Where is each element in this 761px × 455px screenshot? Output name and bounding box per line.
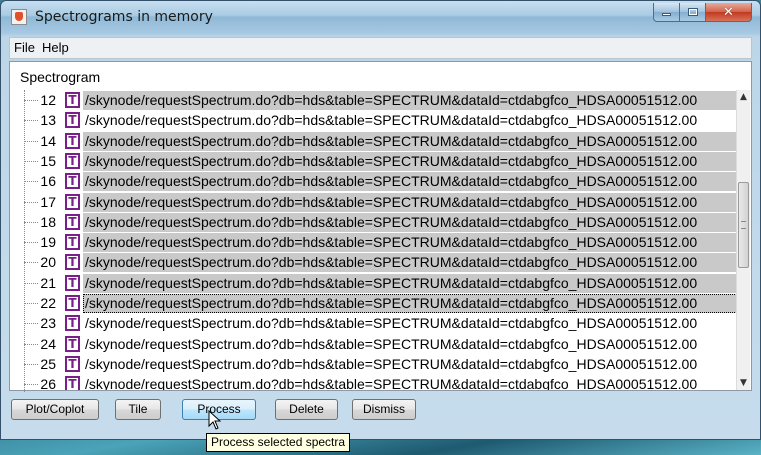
scroll-down-arrow-icon[interactable]: ▼: [737, 376, 750, 390]
table-icon: T: [65, 193, 80, 210]
list-item[interactable]: 22 T/skynode/requestSpectrum.do?db=hds&ta…: [10, 293, 738, 314]
spectrum-path: /skynode/requestSpectrum.do?db=hds&table…: [83, 192, 738, 212]
title-bar[interactable]: Spectrograms in memory ✕: [1, 1, 760, 33]
minimize-icon: [662, 13, 671, 16]
table-icon: T: [65, 173, 80, 190]
menu-file[interactable]: File: [14, 40, 35, 55]
spectrum-path: /skynode/requestSpectrum.do?db=hds&table…: [83, 91, 738, 110]
spectrum-path: /skynode/requestSpectrum.do?db=hds&table…: [83, 172, 738, 192]
tooltip: Process selected spectra: [206, 433, 351, 452]
spectrum-path: /skynode/requestSpectrum.do?db=hds&table…: [85, 376, 698, 390]
maximize-icon: [687, 8, 698, 16]
list-item[interactable]: 20 T/skynode/requestSpectrum.do?db=hds&ta…: [10, 252, 738, 273]
table-icon: T: [65, 254, 80, 271]
tile-button[interactable]: Tile: [115, 399, 161, 420]
dismiss-button[interactable]: Dismiss: [352, 399, 416, 420]
row-number: 21: [40, 274, 56, 291]
table-icon: T: [65, 274, 80, 291]
list-item[interactable]: 24 T/skynode/requestSpectrum.do?db=hds&ta…: [10, 334, 738, 355]
table-icon: T: [65, 335, 80, 352]
list-item[interactable]: 15 T/skynode/requestSpectrum.do?db=hds&ta…: [10, 151, 738, 172]
grip-icon: [741, 221, 746, 229]
row-number: 17: [40, 193, 56, 210]
table-icon: T: [65, 355, 80, 372]
list-item[interactable]: 26 T/skynode/requestSpectrum.do?db=hds&ta…: [10, 374, 738, 390]
spectrograms-window: Spectrograms in memory ✕ File Help Spect…: [0, 0, 761, 440]
row-number: 13: [40, 112, 56, 129]
spectrum-path: /skynode/requestSpectrum.do?db=hds&table…: [83, 151, 738, 171]
table-icon: T: [65, 376, 80, 390]
tree-header: Spectrogram: [20, 69, 101, 85]
list-item[interactable]: 19 T/skynode/requestSpectrum.do?db=hds&ta…: [10, 232, 738, 253]
list-item[interactable]: 12 T/skynode/requestSpectrum.do?db=hds&ta…: [10, 90, 738, 111]
delete-button[interactable]: Delete: [275, 399, 338, 420]
close-button[interactable]: ✕: [706, 3, 752, 22]
spectrum-path: /skynode/requestSpectrum.do?db=hds&table…: [83, 131, 738, 151]
list-item[interactable]: 18 T/skynode/requestSpectrum.do?db=hds&ta…: [10, 212, 738, 233]
java-cup-icon: [11, 9, 27, 25]
row-number: 14: [40, 132, 56, 149]
table-icon: T: [65, 152, 80, 169]
row-number: 22: [40, 295, 56, 311]
spectrum-path: /skynode/requestSpectrum.do?db=hds&table…: [85, 355, 698, 372]
table-icon: T: [65, 295, 80, 311]
plot-coplot-button[interactable]: Plot/Coplot: [11, 399, 99, 420]
row-number: 19: [40, 234, 56, 251]
scroll-thumb[interactable]: [738, 182, 749, 268]
row-number: 25: [40, 355, 56, 372]
table-icon: T: [65, 213, 80, 230]
spectrum-path: /skynode/requestSpectrum.do?db=hds&table…: [85, 112, 698, 129]
row-number: 15: [40, 152, 56, 169]
list-item[interactable]: 25 T/skynode/requestSpectrum.do?db=hds&ta…: [10, 354, 738, 375]
row-number: 23: [40, 315, 56, 332]
vertical-scrollbar[interactable]: ▲ ▼: [736, 90, 750, 390]
list-item[interactable]: 16 T/skynode/requestSpectrum.do?db=hds&ta…: [10, 171, 738, 192]
spectrum-path: /skynode/requestSpectrum.do?db=hds&table…: [83, 212, 738, 232]
menu-help[interactable]: Help: [42, 40, 69, 55]
row-number: 18: [40, 213, 56, 230]
table-icon: T: [65, 92, 80, 108]
row-number: 26: [40, 376, 56, 390]
row-number: 16: [40, 173, 56, 190]
window-title: Spectrograms in memory: [35, 9, 213, 25]
row-number: 12: [40, 92, 56, 108]
maximize-button[interactable]: [680, 3, 706, 22]
list-item[interactable]: 13 T/skynode/requestSpectrum.do?db=hds&ta…: [10, 110, 738, 131]
mouse-pointer-icon: [208, 410, 222, 430]
spectrogram-tree-panel: Spectrogram 12 T/skynode/requestSpectrum.…: [9, 61, 752, 392]
table-icon: T: [65, 112, 80, 129]
scroll-up-arrow-icon[interactable]: ▲: [737, 90, 750, 104]
spectrum-path: /skynode/requestSpectrum.do?db=hds&table…: [83, 253, 738, 273]
spectrogram-list: 12 T/skynode/requestSpectrum.do?db=hds&ta…: [10, 90, 738, 390]
table-icon: T: [65, 315, 80, 332]
spectrum-path: /skynode/requestSpectrum.do?db=hds&table…: [83, 233, 738, 253]
spectrum-path: /skynode/requestSpectrum.do?db=hds&table…: [83, 273, 738, 293]
spectrum-path: /skynode/requestSpectrum.do?db=hds&table…: [83, 294, 738, 313]
minimize-button[interactable]: [653, 3, 680, 22]
spectrum-path: /skynode/requestSpectrum.do?db=hds&table…: [85, 315, 698, 332]
table-icon: T: [65, 234, 80, 251]
row-number: 20: [40, 254, 56, 271]
menu-bar: File Help: [9, 37, 752, 59]
list-item[interactable]: 21 T/skynode/requestSpectrum.do?db=hds&ta…: [10, 273, 738, 294]
close-icon: ✕: [723, 5, 734, 20]
list-item[interactable]: 17 T/skynode/requestSpectrum.do?db=hds&ta…: [10, 192, 738, 213]
table-icon: T: [65, 132, 80, 149]
list-item[interactable]: 23 T/skynode/requestSpectrum.do?db=hds&ta…: [10, 313, 738, 334]
row-number: 24: [40, 335, 56, 352]
button-bar: Plot/Coplot Tile Process Delete Dismiss: [9, 393, 752, 429]
spectrum-path: /skynode/requestSpectrum.do?db=hds&table…: [85, 335, 698, 352]
list-item[interactable]: 14 T/skynode/requestSpectrum.do?db=hds&ta…: [10, 131, 738, 152]
